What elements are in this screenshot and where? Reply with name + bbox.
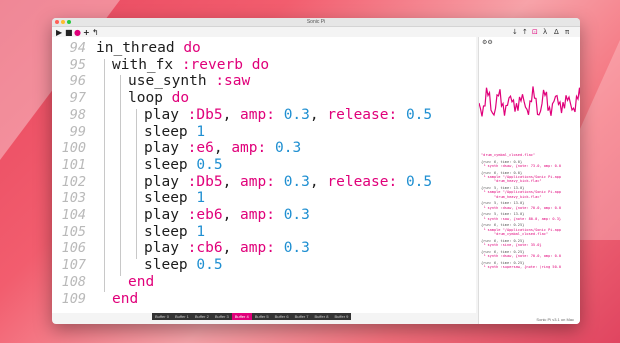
line-number: 108: [61, 273, 86, 290]
code-line[interactable]: 97 loop do: [52, 90, 476, 107]
code-text: with_fx :reverb do: [112, 56, 270, 73]
code-text: sleep 0.5: [144, 257, 223, 274]
code-text: end: [112, 290, 139, 307]
line-number: 99: [69, 123, 86, 140]
log-entry: {run: 5, time: 13.0} └ sample "/Applicat…: [481, 186, 562, 199]
indent-guide: [136, 108, 137, 260]
title-bar: Sonic Pi: [52, 18, 580, 27]
code-line[interactable]: 94 in_thread do: [52, 40, 476, 57]
buffer-tab[interactable]: Buffer 1: [172, 313, 192, 320]
buffer-tab[interactable]: Buffer 0: [152, 313, 172, 320]
line-number: 107: [61, 257, 86, 274]
stop-icon[interactable]: ■: [65, 28, 73, 37]
line-number: 104: [61, 207, 86, 223]
window-title: Sonic Pi: [306, 19, 326, 25]
zoom-in-icon[interactable]: +: [83, 28, 90, 37]
run-icon[interactable]: ▶: [56, 28, 62, 37]
code-line[interactable]: 96 use_synth :saw: [52, 73, 476, 90]
line-number: 103: [61, 190, 86, 207]
log-entry: {run: 6, time: 0.25} └ synth :sine, {not…: [481, 238, 542, 248]
code-text: sleep 1: [144, 223, 206, 240]
code-text: play :e6, amp: 0.3: [144, 140, 302, 157]
code-line[interactable]: 103 sleep 1: [52, 190, 476, 207]
code-line[interactable]: 106 play :cb6, amp: 0.3: [52, 240, 476, 257]
lambda-icon[interactable]: λ: [543, 28, 547, 37]
code-line[interactable]: 98 play :Db5, amp: 0.3, release: 0.5: [52, 107, 476, 124]
code-text: use_synth :saw: [128, 73, 251, 90]
code-line[interactable]: 109 end: [52, 291, 476, 308]
load-icon[interactable]: ↓: [512, 28, 518, 37]
log-panel[interactable]: "drum_cymbal_closed.flac" {run: 6, time: …: [481, 153, 579, 323]
log-entry: {run: 5, time: 13.0} └ synth :saw, {note…: [481, 212, 562, 221]
buffer-tab[interactable]: Buffer 4: [231, 313, 252, 320]
right-panel: ⚙⚙ "drum_cymbal_closed.flac" {run: 6, tim…: [478, 37, 580, 324]
code-text: loop do: [128, 90, 190, 107]
line-number: 102: [61, 173, 86, 190]
buffer-tab[interactable]: Buffer 6: [272, 313, 292, 320]
indent-guide: [120, 75, 121, 276]
code-text: in_thread do: [96, 40, 201, 56]
scope-settings-icon[interactable]: ⚙⚙: [482, 39, 493, 46]
buffer-tab[interactable]: Buffer 2: [192, 313, 212, 320]
code-text: sleep 0.5: [144, 156, 223, 173]
buffer-tabs: Buffer 0 Buffer 1 Buffer 2 Buffer 3 Buffer 4…: [152, 313, 352, 320]
line-number: 106: [61, 240, 86, 257]
log-entry: "drum_cymbal_closed.flac": [481, 153, 536, 157]
code-line[interactable]: 101 sleep 0.5: [52, 157, 476, 174]
log-entry: {run: 6, time: 0.25} └ synth :supersaw, …: [481, 260, 562, 270]
code-line[interactable]: 95 with_fx :reverb do: [52, 57, 476, 74]
line-number: 98: [69, 106, 86, 123]
code-text: play :Db5, amp: 0.3, release: 0.5: [144, 106, 433, 123]
log-entry: {run: 6, time: 0.0} └ synth :dsaw, {note…: [481, 159, 562, 168]
line-number: 96: [69, 73, 86, 90]
code-line[interactable]: 104 play :eb6, amp: 0.3: [52, 207, 476, 224]
buffer-tab[interactable]: Buffer 5: [252, 313, 272, 320]
log-entry: {run: 6, time: 0.25} └ synth :dsaw, {not…: [481, 249, 562, 259]
line-number: 94: [69, 40, 86, 56]
pi-icon[interactable]: π: [565, 28, 569, 37]
buffer-tab[interactable]: Buffer 7: [292, 313, 312, 320]
code-text: play :cb6, amp: 0.3: [144, 240, 310, 257]
buffer-tab[interactable]: Buffer 9: [331, 313, 351, 320]
line-number: 97: [69, 90, 86, 107]
code-line[interactable]: 99 sleep 1: [52, 124, 476, 141]
line-number: 95: [69, 56, 86, 73]
line-number: 101: [61, 156, 86, 173]
sonic-pi-window: Sonic Pi ▶ ■ ● + ↰ ↓ ↑ ⊡ λ Δ π 94 in_thre…: [52, 18, 580, 324]
status-text: Sonic Pi v3.1 on Mac: [536, 317, 574, 322]
code-text: play :eb6, amp: 0.3: [144, 207, 310, 223]
record-icon[interactable]: ●: [74, 28, 81, 37]
buffer-tab[interactable]: Buffer 3: [212, 313, 232, 320]
scope-toggle-icon[interactable]: ⊡: [532, 28, 538, 37]
code-text: sleep 1: [144, 123, 206, 140]
oscilloscope-waveform: [479, 55, 580, 151]
code-text: play :Db5, amp: 0.3, release: 0.5: [144, 173, 433, 190]
code-editor[interactable]: 94 in_thread do 95 with_fx :reverb do 96 use_…: [52, 37, 476, 313]
code-text: end: [128, 273, 155, 290]
code-line[interactable]: 100 play :e6, amp: 0.3: [52, 140, 476, 157]
code-line[interactable]: 105 sleep 1: [52, 224, 476, 241]
save-icon[interactable]: ↑: [522, 28, 528, 37]
log-entry: {run: 6, time: 0.25} └ sample "/Applicat…: [481, 223, 562, 237]
delta-icon[interactable]: Δ: [554, 28, 559, 37]
code-text: sleep 1: [144, 190, 206, 207]
log-entry: {run: 5, time: 13.0} └ synth :dsaw, {not…: [481, 201, 562, 210]
indent-guide: [104, 58, 105, 293]
buffer-tab[interactable]: Buffer 8: [312, 313, 332, 320]
code-line[interactable]: 107 sleep 0.5: [52, 257, 476, 274]
log-entry: {run: 6, time: 0.0} └ sample "/Applicati…: [481, 170, 562, 184]
line-number: 105: [61, 223, 86, 240]
line-number: 109: [61, 290, 86, 307]
code-line[interactable]: 108 end: [52, 274, 476, 291]
align-icon[interactable]: ↰: [92, 28, 99, 37]
code-line[interactable]: 102 play :Db5, amp: 0.3, release: 0.5: [52, 174, 476, 191]
line-number: 100: [61, 140, 86, 157]
